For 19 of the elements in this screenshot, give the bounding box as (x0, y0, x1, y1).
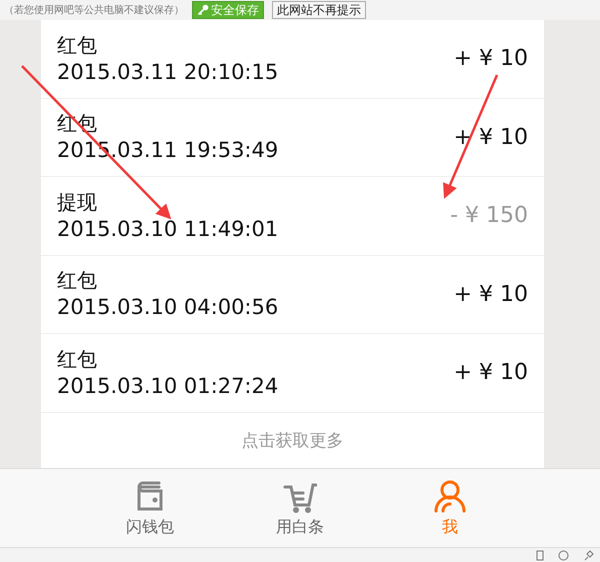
transaction-amount: + ¥ 10 (454, 124, 528, 150)
nav-tab[interactable]: 用白条 (255, 469, 345, 547)
transaction-time: 2015.03.11 20:10:15 (57, 58, 278, 86)
user-icon (433, 478, 467, 512)
transaction-amount: - ¥ 150 (450, 203, 528, 228)
transaction-amount: + ¥ 10 (454, 282, 528, 307)
dismiss-button[interactable]: 此网站不再提示 (272, 1, 366, 19)
transaction-time: 2015.03.10 04:00:56 (57, 294, 278, 322)
transaction-title: 提现 (57, 188, 98, 215)
transaction-time: 2015.03.10 11:49:01 (57, 216, 278, 243)
transaction-title: 红包 (57, 267, 98, 294)
transaction-amount: + ¥ 10 (454, 360, 528, 386)
transaction-amount: + ¥ 10 (454, 46, 528, 72)
save-note: （若您使用网吧等公共电脑不建议保存） (4, 4, 184, 17)
transaction-title: 红包 (57, 32, 98, 58)
transaction-title: 红包 (57, 346, 98, 372)
key-icon (197, 4, 209, 16)
transaction-time: 2015.03.10 01:27:24 (57, 372, 278, 400)
nav-tab[interactable]: 闪钱包 (105, 469, 195, 547)
